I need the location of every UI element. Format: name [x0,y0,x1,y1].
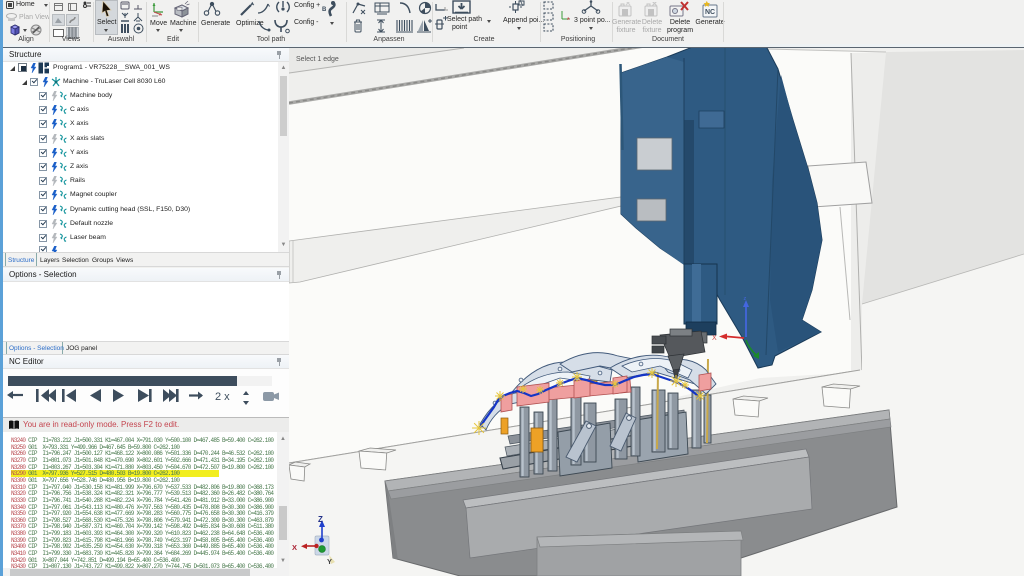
svg-text:2 x: 2 x [215,391,230,403]
svg-text:X: X [712,335,717,342]
svg-text:NC: NC [705,9,715,16]
svg-text:X: X [292,543,297,552]
svg-text:Z: Z [318,515,323,524]
svg-text:z: z [744,296,747,302]
svg-text:Y: Y [327,557,332,566]
